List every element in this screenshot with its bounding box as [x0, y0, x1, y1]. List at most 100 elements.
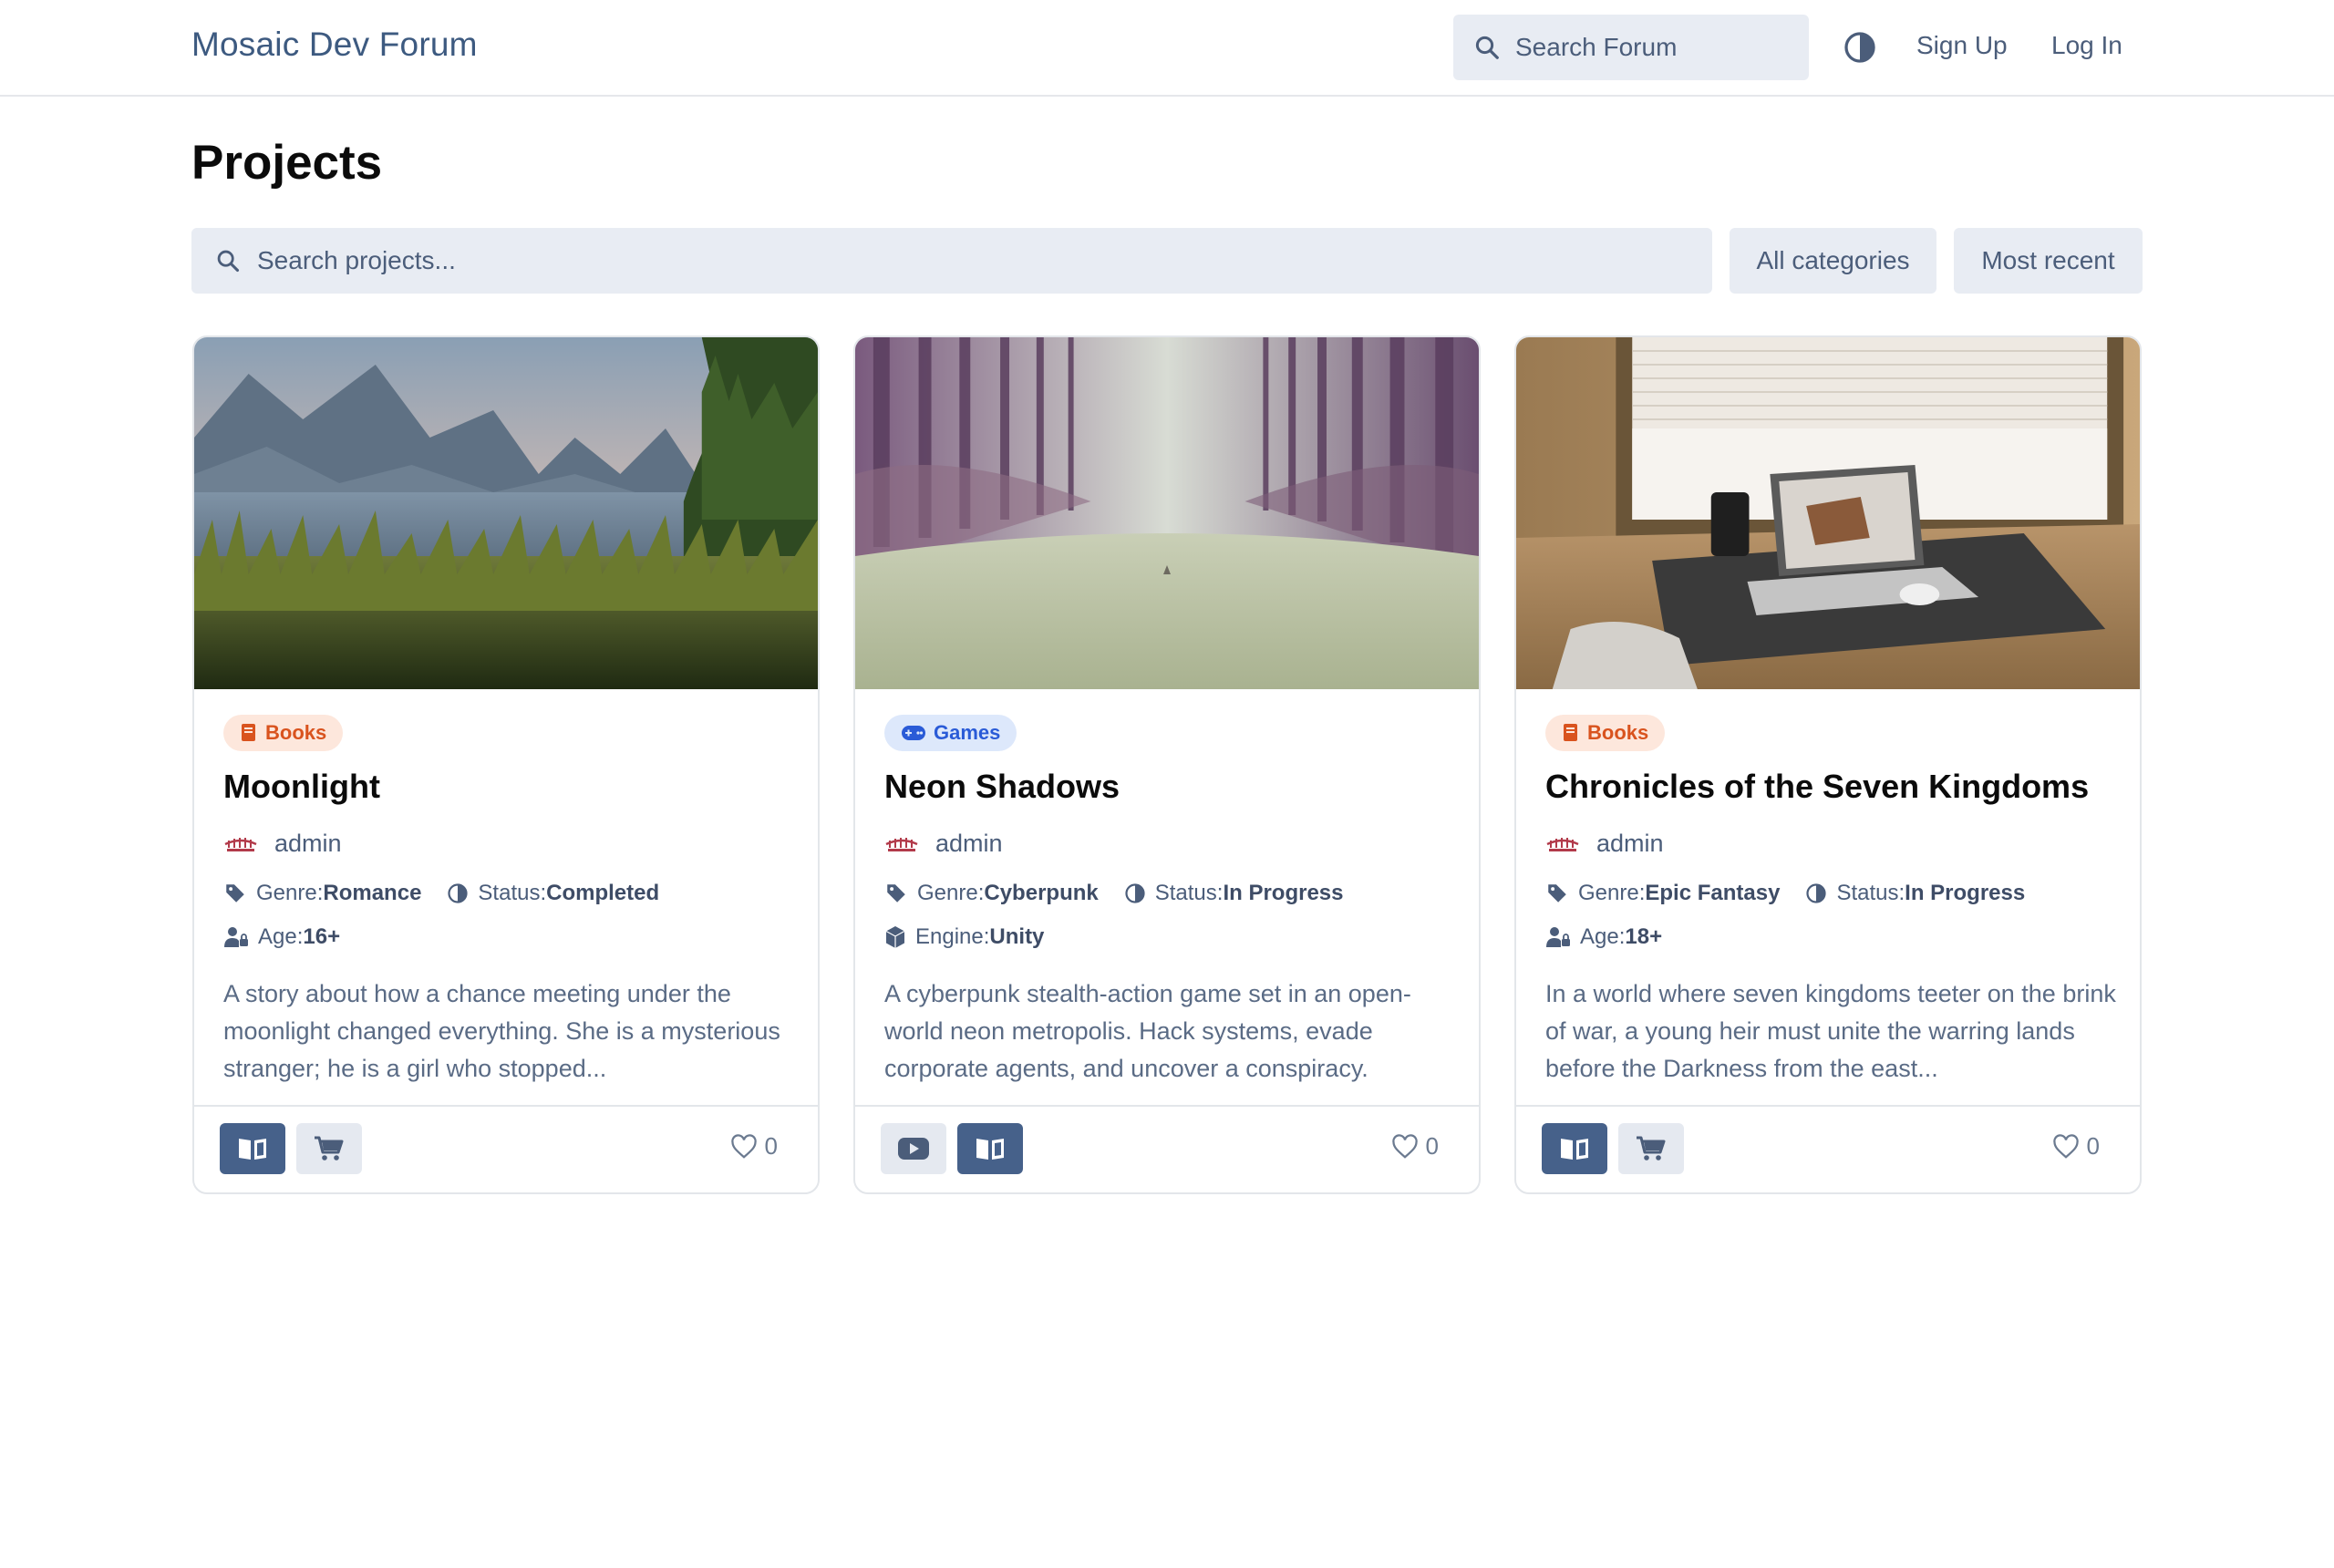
read-button[interactable]: [957, 1123, 1023, 1174]
genre-label: Genre:: [1578, 881, 1646, 905]
search-icon: [1475, 36, 1499, 59]
watch-trailer-button[interactable]: [881, 1123, 946, 1174]
project-cover-image[interactable]: [1516, 337, 2140, 689]
project-meta-row-1: Genre: Epic Fantasy Status: In Progress: [1545, 881, 2050, 906]
project-search-placeholder: Search projects...: [257, 246, 456, 274]
genre-label: Genre:: [256, 881, 324, 905]
top-navbar: Mosaic Dev Forum Search Forum Sign Up Lo…: [0, 0, 2334, 97]
engine-meta: Engine: Unity: [884, 924, 1044, 950]
status-label: Status:: [1154, 881, 1224, 905]
age-meta: Age: 18+: [1545, 924, 1662, 950]
book-icon: [1564, 724, 1577, 741]
status-meta: Status: In Progress: [1124, 881, 1344, 906]
project-cover-image[interactable]: [855, 337, 1479, 689]
tag-icon: [887, 884, 905, 903]
buy-button[interactable]: [296, 1123, 362, 1174]
genre-value: Epic Fantasy: [1645, 881, 1781, 905]
genre-meta: Genre: Romance: [223, 881, 421, 906]
status-label: Status:: [478, 881, 547, 905]
project-description: A story about how a chance meeting under…: [223, 980, 780, 1082]
project-description: A cyberpunk stealth-action game set in a…: [884, 980, 1411, 1082]
cart-icon: [315, 1136, 344, 1161]
genre-value: Cyberpunk: [984, 881, 1099, 905]
age-label: Age:: [1580, 924, 1626, 949]
status-value: In Progress: [1223, 881, 1344, 905]
like-count: 0: [764, 1132, 778, 1160]
project-title[interactable]: Neon Shadows: [884, 768, 1120, 806]
cube-icon: [885, 926, 905, 948]
cart-icon: [1637, 1136, 1666, 1161]
author-avatar-icon: [1546, 837, 1579, 851]
age-meta: Age: 16+: [223, 924, 340, 950]
buy-button[interactable]: [1618, 1123, 1684, 1174]
badge-label: Books: [265, 721, 327, 744]
tag-icon: [226, 884, 244, 903]
like-count: 0: [1425, 1132, 1439, 1160]
log-in-link[interactable]: Log In: [2051, 31, 2122, 60]
user-lock-icon: [224, 927, 248, 947]
sort-filter-button[interactable]: Most recent: [1954, 228, 2143, 294]
forum-search-box[interactable]: Search Forum: [1453, 15, 1809, 80]
read-button[interactable]: [220, 1123, 285, 1174]
page-title: Projects: [191, 136, 383, 190]
book-open-icon: [976, 1139, 1004, 1160]
status-value: Completed: [546, 881, 660, 905]
project-meta-row-1: Genre: Romance Status: Completed: [223, 881, 685, 906]
project-card-chronicles[interactable]: Books Chronicles of the Seven Kingdoms a…: [1514, 335, 2142, 1194]
project-cover-image[interactable]: [194, 337, 818, 689]
genre-value: Romance: [323, 881, 422, 905]
forum-search-placeholder: Search Forum: [1515, 33, 1678, 61]
badge-label: Books: [1587, 721, 1649, 744]
age-label: Age:: [258, 924, 304, 949]
author-avatar-icon: [885, 837, 918, 851]
like-button[interactable]: 0: [730, 1132, 778, 1161]
status-meta: Status: Completed: [447, 881, 659, 906]
project-meta-row-1: Genre: Cyberpunk Status: In Progress: [884, 881, 1369, 906]
youtube-play-icon: [898, 1138, 929, 1160]
project-title[interactable]: Moonlight: [223, 768, 380, 806]
category-badge-games: Games: [884, 715, 1017, 751]
project-title[interactable]: Chronicles of the Seven Kingdoms: [1545, 768, 2089, 806]
status-half-circle-icon: [1125, 883, 1145, 903]
genre-meta: Genre: Cyberpunk: [884, 881, 1099, 906]
book-open-icon: [1561, 1139, 1588, 1160]
status-half-circle-icon: [1806, 883, 1827, 903]
read-button[interactable]: [1542, 1123, 1607, 1174]
project-author[interactable]: admin: [884, 830, 1003, 858]
theme-toggle-icon[interactable]: [1843, 31, 1876, 64]
category-badge-books: Books: [1545, 715, 1666, 751]
author-avatar-icon: [224, 837, 257, 851]
heart-icon: [1391, 1133, 1418, 1159]
tag-icon: [1548, 884, 1566, 903]
brand-link[interactable]: Mosaic Dev Forum: [191, 26, 478, 64]
project-meta-row-2: Engine: Unity: [884, 924, 1069, 950]
category-badge-books: Books: [223, 715, 344, 751]
project-search-input[interactable]: Search projects...: [191, 228, 1712, 294]
like-button[interactable]: 0: [1391, 1132, 1439, 1161]
project-meta-row-2: Age: 18+: [1545, 924, 1688, 950]
engine-label: Engine:: [915, 924, 990, 949]
like-count: 0: [2086, 1132, 2100, 1160]
author-name: admin: [1596, 830, 1664, 857]
card-footer-divider: [1516, 1105, 2140, 1107]
project-author[interactable]: admin: [223, 830, 342, 858]
sign-up-link[interactable]: Sign Up: [1916, 31, 2008, 60]
gamepad-icon: [902, 726, 925, 740]
badge-label: Games: [934, 721, 1001, 744]
project-card-moonlight[interactable]: Books Moonlight admin Genre: Romance Stat…: [192, 335, 820, 1194]
author-name: admin: [274, 830, 342, 857]
status-half-circle-icon: [448, 883, 469, 903]
search-icon: [217, 250, 240, 273]
project-card-neon-shadows[interactable]: Games Neon Shadows admin Genre: Cyberpunk…: [853, 335, 1481, 1194]
genre-meta: Genre: Epic Fantasy: [1545, 881, 1780, 906]
book-icon: [242, 724, 255, 741]
project-description: In a world where seven kingdoms teeter o…: [1545, 980, 2116, 1082]
like-button[interactable]: 0: [2052, 1132, 2100, 1161]
heart-icon: [730, 1133, 757, 1159]
project-author[interactable]: admin: [1545, 830, 1664, 858]
card-footer-divider: [194, 1105, 818, 1107]
status-value: In Progress: [1905, 881, 2026, 905]
age-value: 16+: [303, 924, 341, 949]
user-lock-icon: [1546, 927, 1570, 947]
category-filter-button[interactable]: All categories: [1730, 228, 1936, 294]
